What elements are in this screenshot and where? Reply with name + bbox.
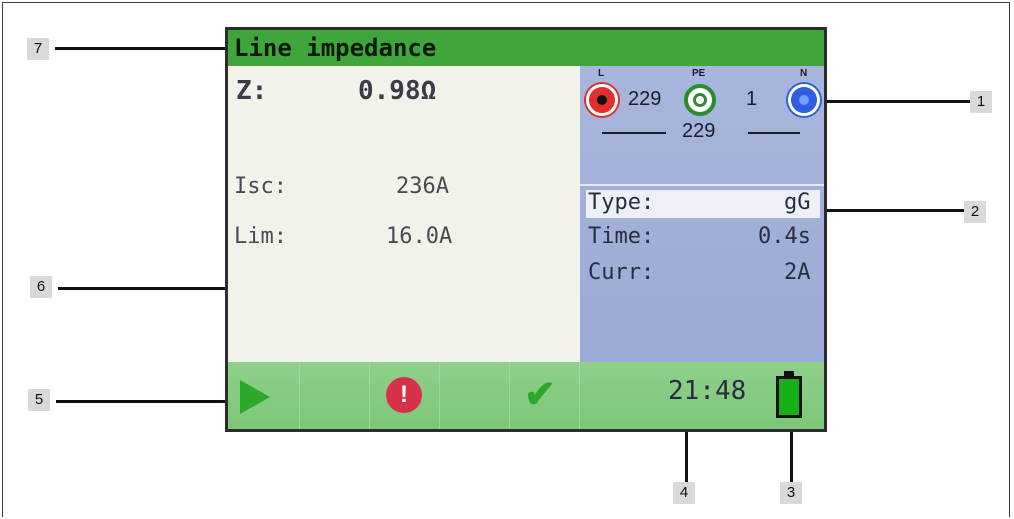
voltage-l-n: 229 <box>682 120 716 142</box>
settings-panel: L PE N 229 1 229 Type: gG Time: 0.4s Cur… <box>580 66 824 362</box>
z-value: 0.98Ω <box>358 76 437 106</box>
callout-7: 7 <box>27 38 49 60</box>
terminal-l-icon <box>586 84 618 116</box>
check-icon: ✔ <box>524 374 556 416</box>
param-curr-value: 2A <box>784 260 811 285</box>
callout-3: 3 <box>780 482 802 504</box>
lim-value: 16.0A <box>386 224 453 249</box>
function-key-4[interactable] <box>440 362 510 429</box>
start-button[interactable] <box>228 362 300 429</box>
callout-6: 6 <box>30 276 52 298</box>
param-type-value: gG <box>784 190 811 215</box>
param-time-value: 0.4s <box>758 224 811 249</box>
callout-1: 1 <box>970 91 992 113</box>
warning-button[interactable]: ! <box>370 362 440 429</box>
lim-label: Lim: <box>234 224 287 249</box>
callout-4: 4 <box>673 482 695 504</box>
terminal-n-label: N <box>800 68 808 79</box>
leader-7 <box>55 47 230 50</box>
battery-icon <box>776 371 802 418</box>
title-bar: Line impedance <box>228 30 824 66</box>
leader-5 <box>56 400 238 403</box>
terminal-pe-icon <box>684 84 716 116</box>
leader-6 <box>58 287 242 290</box>
function-key-2[interactable] <box>300 362 370 429</box>
leader-2 <box>810 209 964 212</box>
param-curr-label: Curr: <box>588 260 655 285</box>
result-panel: Z: 0.98Ω Isc: 236A Lim: 16.0A <box>228 66 578 362</box>
play-icon <box>240 380 270 414</box>
device-screen: Line impedance Z: 0.98Ω Isc: 236A Lim: 1… <box>225 27 827 432</box>
callout-5: 5 <box>28 389 50 411</box>
leader-1 <box>806 100 970 103</box>
warning-icon: ! <box>386 377 422 413</box>
param-type-label: Type: <box>588 190 655 215</box>
panel-divider <box>580 184 824 186</box>
param-time-label: Time: <box>588 224 655 249</box>
bracket-right <box>748 132 800 134</box>
pass-button[interactable]: ✔ <box>510 362 580 429</box>
terminal-n-icon <box>788 84 820 116</box>
z-label: Z: <box>236 76 268 106</box>
voltage-pe-n: 1 <box>746 88 758 110</box>
clock: 21:48 <box>668 376 747 406</box>
isc-label: Isc: <box>234 174 287 199</box>
terminal-pe-label: PE <box>692 68 706 79</box>
function-bar: ! ✔ 21:48 <box>228 362 824 429</box>
voltage-l-pe: 229 <box>628 88 662 110</box>
terminal-l-label: L <box>598 68 605 79</box>
isc-value: 236A <box>396 174 449 199</box>
bracket-left <box>602 132 666 134</box>
callout-2: 2 <box>964 201 986 223</box>
